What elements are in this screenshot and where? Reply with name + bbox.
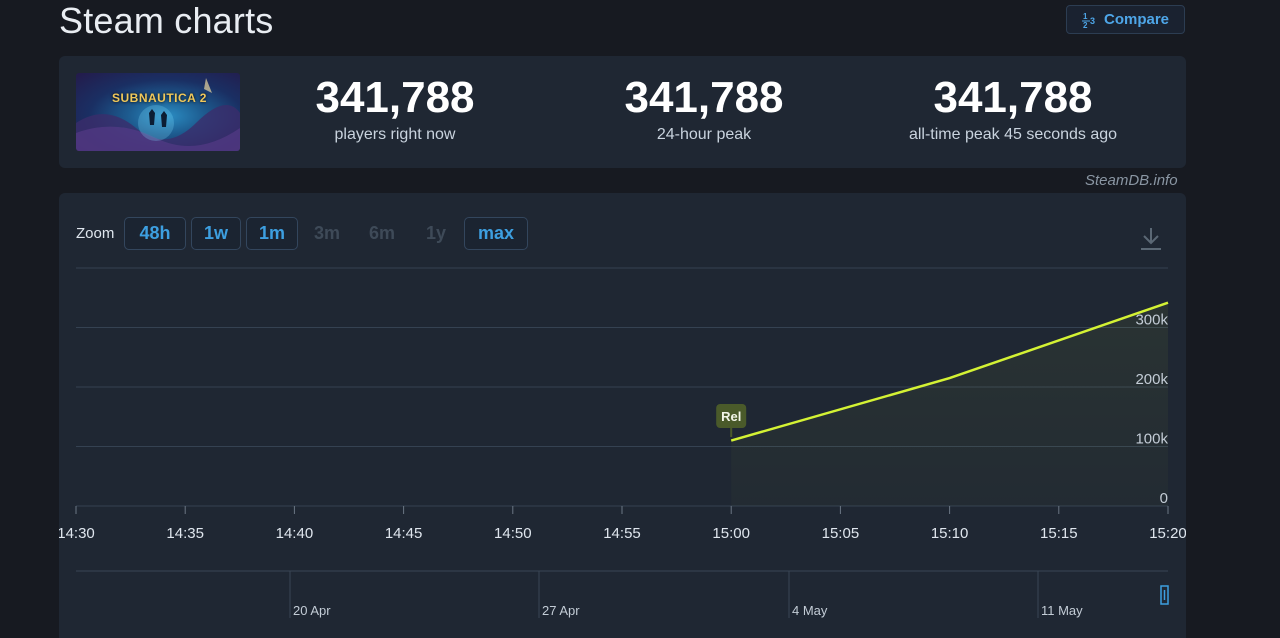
- navigator-label: 27 Apr: [542, 603, 580, 618]
- page-title: Steam charts: [59, 0, 274, 41]
- peak24-label: 24-hour peak: [656, 126, 752, 143]
- stat-players-now: 341,788 players right now: [265, 74, 525, 144]
- svg-text:2: 2: [1083, 21, 1088, 29]
- players-now-value: 341,788: [315, 73, 475, 122]
- x-tick-label: 15:10: [931, 525, 969, 542]
- x-tick-label: 14:40: [276, 525, 314, 542]
- x-tick-label: 14:50: [494, 525, 532, 542]
- steamdb-credit[interactable]: SteamDB.info: [1085, 172, 1178, 189]
- game-logo: SUBNAUTICA 2: [112, 91, 207, 105]
- x-tick-label: 15:20: [1149, 525, 1186, 542]
- svg-text:3: 3: [1090, 16, 1095, 26]
- compare-icon: 1 2 3: [1081, 11, 1098, 29]
- compare-label: Compare: [1103, 11, 1170, 28]
- stat-24h-peak: 341,788 24-hour peak: [574, 74, 834, 144]
- x-tick-label: 14:30: [59, 525, 95, 542]
- chart-card: Zoom 48h 1w 1m 3m 6m 1y max 0 100k 200k 300…: [59, 193, 1186, 638]
- x-tick-label: 15:15: [1040, 525, 1078, 542]
- alltime-label: all-time peak 45 seconds ago: [908, 126, 1118, 143]
- alltime-value: 341,788: [933, 73, 1093, 122]
- x-tick-label: 15:05: [822, 525, 860, 542]
- series-area: [731, 302, 1168, 506]
- y-tick-label: 0: [1160, 490, 1168, 507]
- y-tick-label: 100k: [1135, 431, 1168, 448]
- y-tick-label: 200k: [1135, 371, 1168, 388]
- release-marker-label: Rel: [721, 409, 741, 424]
- compare-button[interactable]: 1 2 3 Compare: [1066, 5, 1185, 34]
- navigator-label: 20 Apr: [293, 603, 331, 618]
- players-now-label: players right now: [334, 126, 456, 143]
- peak24-value: 341,788: [624, 73, 784, 122]
- x-tick-label: 14:45: [385, 525, 423, 542]
- game-image[interactable]: SUBNAUTICA 2: [76, 73, 240, 151]
- y-tick-label: 300k: [1135, 312, 1168, 329]
- navigator-label: 4 May: [792, 603, 828, 618]
- x-tick-label: 14:35: [166, 525, 204, 542]
- x-tick-label: 15:00: [712, 525, 750, 542]
- stats-card: SUBNAUTICA 2 341,788 players right now 3…: [59, 56, 1186, 168]
- navigator-label: 11 May: [1041, 603, 1083, 618]
- x-tick-label: 14:55: [603, 525, 641, 542]
- release-marker: Rel: [716, 404, 747, 437]
- stat-alltime-peak: 341,788 all-time peak 45 seconds ago: [883, 74, 1143, 144]
- svg-text:1: 1: [1083, 12, 1088, 21]
- player-count-chart: 0 100k 200k 300k 14:30 14:35 14:40 14:45 14:50 14…: [59, 267, 1186, 618]
